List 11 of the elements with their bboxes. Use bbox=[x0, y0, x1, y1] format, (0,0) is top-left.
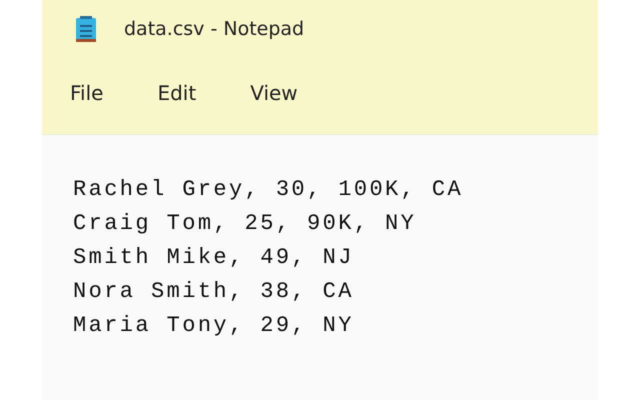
menu-item[interactable]: View bbox=[240, 74, 308, 112]
text-line: Smith Mike, 49, NJ bbox=[73, 244, 355, 272]
text-line: Rachel Grey, 30, 100K, CA bbox=[73, 176, 464, 204]
text-line: Nora Smith, 38, CA bbox=[73, 278, 355, 306]
text-line: Maria Tony, 29, NY bbox=[73, 312, 355, 340]
notepad-icon bbox=[74, 15, 98, 43]
text-line: Craig Tom, 25, 90K, NY bbox=[73, 210, 418, 238]
menu-item[interactable]: File bbox=[60, 74, 114, 112]
window-title: data.csv - Notepad bbox=[124, 16, 304, 42]
menu-item[interactable]: Edit bbox=[147, 74, 206, 112]
text-editor-area[interactable]: Rachel Grey, 30, 100K, CA Craig Tom, 25, 90K, NY Smith Mike, 49, NJ Nora Smith, 38, CA Maria Tony, 29, NY bbox=[42, 135, 598, 400]
